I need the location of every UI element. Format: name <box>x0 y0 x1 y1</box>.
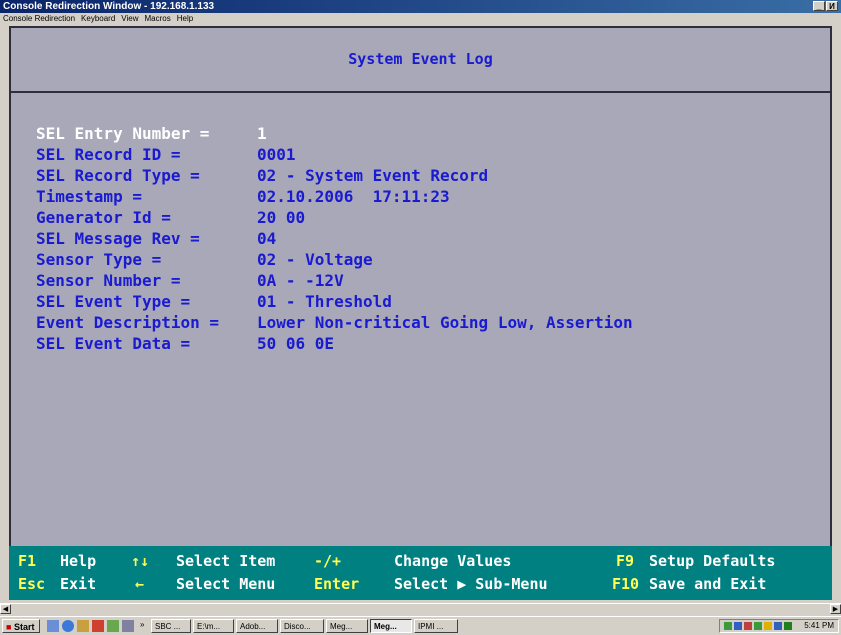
restore-button[interactable]: И <box>826 1 838 11</box>
key-f1: F1 <box>18 552 37 570</box>
key-f9: F9 <box>616 552 635 570</box>
field-row-sensor-number: Sensor Number = 0A - -12V <box>36 270 633 291</box>
header-divider <box>9 91 832 93</box>
field-row-event-type: SEL Event Type = 01 - Threshold <box>36 291 633 312</box>
menu-console-redirection[interactable]: Console Redirection <box>3 13 75 24</box>
field-row-message-rev: SEL Message Rev = 04 <box>36 228 633 249</box>
task-button-meg-1[interactable]: Meg... <box>326 619 368 633</box>
tray-icon[interactable] <box>734 622 742 630</box>
footer-row-1: F1 Help ↑↓ Select Item -/+ Change Values… <box>9 550 832 572</box>
sel-fields: SEL Entry Number = 1 SEL Record ID = 000… <box>36 123 633 354</box>
tray-icon[interactable] <box>774 622 782 630</box>
field-row-event-data: SEL Event Data = 50 06 0E <box>36 333 633 354</box>
field-label: SEL Record ID = <box>36 145 181 164</box>
console-screen[interactable]: System Event Log SEL Entry Number = 1 SE… <box>9 26 832 600</box>
screen-title: System Event Log <box>348 50 493 68</box>
key-esc: Esc <box>18 575 46 593</box>
field-row-record-id: SEL Record ID = 0001 <box>36 144 633 165</box>
footer-row-2: Esc Exit ← Select Menu Enter Select ▶ Su… <box>9 573 832 595</box>
field-value: 02.10.2006 17:11:23 <box>257 187 450 206</box>
task-button-meg-2[interactable]: Meg... <box>370 619 412 633</box>
tray-icon[interactable] <box>724 622 732 630</box>
field-label: SEL Entry Number = <box>36 124 210 143</box>
task-button-ipmi[interactable]: IPMI ... <box>414 619 458 633</box>
menu-macros[interactable]: Macros <box>145 13 171 24</box>
field-row-entry-number[interactable]: SEL Entry Number = 1 <box>36 123 633 144</box>
field-value: 04 <box>257 229 277 248</box>
field-value: 1 <box>257 124 267 143</box>
field-label: SEL Event Type = <box>36 292 191 311</box>
tray-icon[interactable] <box>784 622 792 630</box>
field-label: Generator Id = <box>36 208 171 227</box>
field-label: Sensor Number = <box>36 271 181 290</box>
field-value: Lower Non-critical Going Low, Assertion <box>257 313 633 332</box>
field-label: SEL Event Data = <box>36 334 191 353</box>
key-minus-plus: -/+ <box>314 552 342 570</box>
app-icon[interactable] <box>122 620 134 632</box>
field-value: 02 - System Event Record <box>257 166 489 185</box>
scroll-left-arrow-icon[interactable]: ◀ <box>0 604 11 614</box>
change-values-text: Change Values <box>394 552 512 570</box>
field-value: 20 00 <box>257 208 306 227</box>
tray-icon[interactable] <box>754 622 762 630</box>
key-left: ← <box>135 575 145 593</box>
start-button[interactable]: ■ Start <box>2 619 40 633</box>
system-tray: 5:41 PM <box>719 619 839 633</box>
save-and-exit-text: Save and Exit <box>649 575 767 593</box>
select-item-text: Select Item <box>176 552 276 570</box>
field-label: SEL Record Type = <box>36 166 200 185</box>
scroll-right-arrow-icon[interactable]: ▶ <box>830 604 841 614</box>
field-value: 0A - -12V <box>257 271 344 290</box>
tool-icon[interactable] <box>77 620 89 632</box>
field-label: Event Description = <box>36 313 220 332</box>
browser-icon[interactable] <box>62 620 74 632</box>
show-desktop-icon[interactable] <box>47 620 59 632</box>
exit-text: Exit <box>60 575 97 593</box>
field-label: Sensor Type = <box>36 250 162 269</box>
field-value: 50 06 0E <box>257 334 335 353</box>
tray-icon[interactable] <box>764 622 772 630</box>
field-value: 0001 <box>257 145 296 164</box>
menu-view[interactable]: View <box>121 13 138 24</box>
clock: 5:41 PM <box>804 621 834 630</box>
menu-bar: Console Redirection Keyboard View Macros… <box>0 13 841 24</box>
horizontal-scrollbar[interactable]: ◀ ▶ <box>0 603 841 614</box>
key-up-down: ↑↓ <box>131 552 150 570</box>
menu-help[interactable]: Help <box>177 13 193 24</box>
field-row-record-type: SEL Record Type = 02 - System Event Reco… <box>36 165 633 186</box>
key-enter: Enter <box>314 575 360 593</box>
setup-defaults-text: Setup Defaults <box>649 552 776 570</box>
screen-header: System Event Log <box>9 26 832 90</box>
select-menu-text: Select Menu <box>176 575 276 593</box>
field-label: Timestamp = <box>36 187 142 206</box>
title-bar: Console Redirection Window - 192.168.1.1… <box>0 0 841 13</box>
field-row-sensor-type: Sensor Type = 02 - Voltage <box>36 249 633 270</box>
key-f10: F10 <box>612 575 640 593</box>
field-row-timestamp: Timestamp = 02.10.2006 17:11:23 <box>36 186 633 207</box>
field-value: 01 - Threshold <box>257 292 392 311</box>
key-help-footer: F1 Help ↑↓ Select Item -/+ Change Values… <box>9 546 832 600</box>
tray-icon[interactable] <box>744 622 752 630</box>
key-help-text: Help <box>60 552 97 570</box>
menu-keyboard[interactable]: Keyboard <box>81 13 115 24</box>
quicklaunch-chevron-icon[interactable]: » <box>140 620 144 629</box>
select-submenu-text: Select ▶ Sub-Menu <box>394 575 548 593</box>
task-button-sbc[interactable]: SBC ... <box>151 619 191 633</box>
task-button-adobe[interactable]: Adob... <box>236 619 278 633</box>
network-icon[interactable] <box>107 620 119 632</box>
taskbar: ■ Start » SBC ... E:\m... Adob... Disco.… <box>0 616 841 635</box>
windows-logo-icon: ■ <box>6 622 12 632</box>
task-button-explorer[interactable]: E:\m... <box>193 619 234 633</box>
field-row-event-description: Event Description = Lower Non-critical G… <box>36 312 633 333</box>
field-row-generator-id: Generator Id = 20 00 <box>36 207 633 228</box>
field-value: 02 - Voltage <box>257 250 373 269</box>
start-label: Start <box>13 622 35 632</box>
field-label: SEL Message Rev = <box>36 229 200 248</box>
app-icon[interactable] <box>92 620 104 632</box>
task-button-disco[interactable]: Disco... <box>280 619 324 633</box>
minimize-button[interactable]: _ <box>813 1 825 11</box>
window-title: Console Redirection Window - 192.168.1.1… <box>3 1 215 12</box>
